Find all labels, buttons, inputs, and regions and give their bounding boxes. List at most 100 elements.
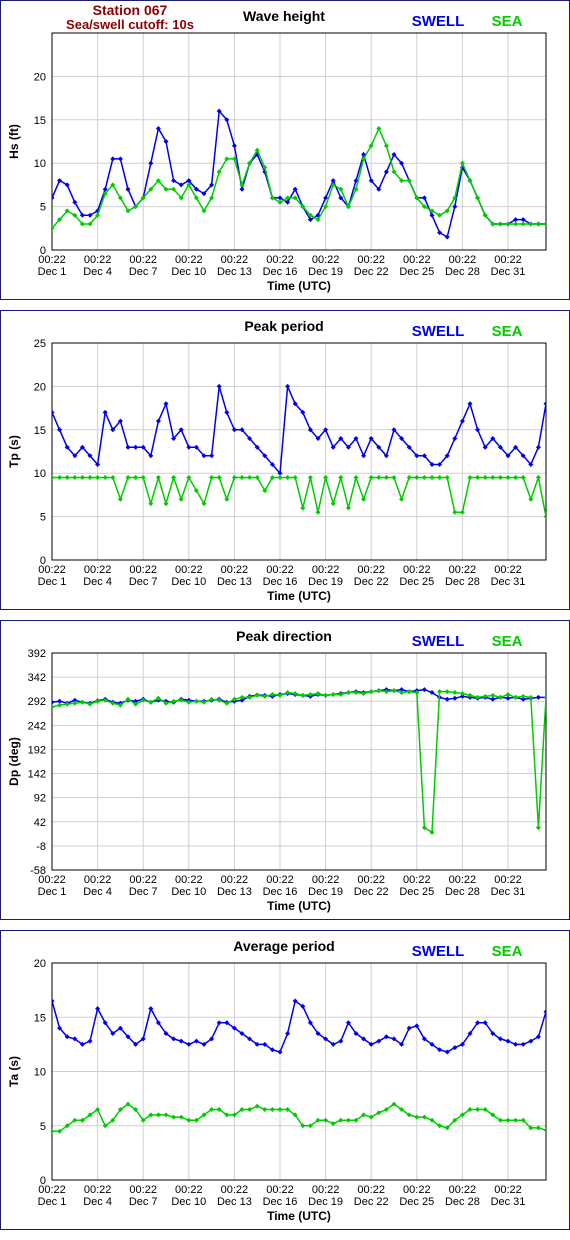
swell-point xyxy=(452,695,458,701)
x-axis-label: Time (UTC) xyxy=(267,1209,331,1223)
peak-period-panel: 0 5 10 15 20 25 00:22 Dec 1 00:22 Dec 4 00:22 Dec 7… xyxy=(0,310,570,610)
sea-point xyxy=(528,496,534,502)
x-tick-date-label: Dec 16 xyxy=(263,576,298,588)
swell-point xyxy=(110,156,116,162)
sea-point xyxy=(345,690,351,695)
x-tick-date-label: Dec 31 xyxy=(491,266,526,278)
x-tick-date-label: Dec 19 xyxy=(308,886,343,898)
sea-point xyxy=(513,221,519,227)
sea-point xyxy=(376,126,382,131)
swell-point xyxy=(543,1009,546,1015)
sea-point xyxy=(513,1117,519,1123)
swell-point xyxy=(52,409,55,415)
sea-point xyxy=(437,475,443,480)
y-tick-label: 10 xyxy=(34,1067,46,1079)
swell-series-line xyxy=(52,999,546,1053)
swell-point xyxy=(186,1041,192,1047)
plot-area xyxy=(52,108,546,240)
sea-point xyxy=(543,1127,546,1133)
peak-period-chart: 051015202500:22Dec 100:22Dec 400:22Dec 7… xyxy=(7,318,547,603)
sea-point xyxy=(277,1107,283,1112)
x-axis-label: Time (UTC) xyxy=(267,589,331,603)
wave-height-panel: 0 5 10 15 20 00:22 Dec 1 00:22 Dec 4 00:22 Dec 7 00… xyxy=(0,0,570,300)
x-tick-time-label: 00:22 xyxy=(449,254,477,266)
sea-point xyxy=(216,697,222,703)
sea-point xyxy=(505,1117,511,1123)
x-tick-date-label: Dec 22 xyxy=(354,1196,389,1208)
x-tick-date-label: Dec 1 xyxy=(38,266,67,278)
x-tick-time-label: 00:22 xyxy=(312,1184,340,1196)
y-tick-label: 10 xyxy=(34,468,46,480)
sea-point xyxy=(209,475,215,480)
x-tick-date-label: Dec 1 xyxy=(38,576,67,588)
sea-point xyxy=(383,143,389,149)
sea-point xyxy=(391,688,397,694)
swell-point xyxy=(505,1038,511,1044)
swell-point xyxy=(543,401,546,407)
sea-point xyxy=(338,1117,344,1123)
swell-point xyxy=(133,444,139,450)
x-tick-date-label: Dec 13 xyxy=(217,576,252,588)
x-tick-time-label: 00:22 xyxy=(175,874,203,886)
sea-point xyxy=(482,475,488,480)
swell-point xyxy=(338,1038,344,1044)
station-label: Station 067 xyxy=(93,2,168,18)
x-tick-date-label: Dec 7 xyxy=(129,1196,158,1208)
x-tick-time-label: 00:22 xyxy=(84,1184,112,1196)
sea-point xyxy=(231,475,237,480)
x-axis-label: Time (UTC) xyxy=(267,899,331,913)
sea-point xyxy=(323,475,329,480)
sea-point xyxy=(300,505,306,511)
sea-point xyxy=(391,475,397,480)
sea-point xyxy=(155,1112,161,1118)
sea-point xyxy=(421,475,427,480)
sea-point xyxy=(52,704,55,710)
x-tick-date-label: Dec 28 xyxy=(445,1196,480,1208)
x-tick-date-label: Dec 7 xyxy=(129,266,158,278)
x-tick-time-label: 00:22 xyxy=(494,874,522,886)
x-tick-time-label: 00:22 xyxy=(38,564,66,576)
x-tick-date-label: Dec 1 xyxy=(38,886,67,898)
chart-title: Average period xyxy=(233,938,334,954)
swell-point xyxy=(155,418,161,424)
sea-point xyxy=(323,1117,329,1123)
x-tick-date-label: Dec 28 xyxy=(445,576,480,588)
sea-point xyxy=(79,699,85,705)
swell-point xyxy=(459,418,465,424)
swell-point xyxy=(224,409,230,415)
swell-point xyxy=(285,1031,291,1036)
x-tick-date-label: Dec 28 xyxy=(445,886,480,898)
x-tick-time-label: 00:22 xyxy=(449,1184,477,1196)
sea-point xyxy=(520,221,526,227)
sea-point xyxy=(497,694,503,700)
swell-point xyxy=(209,453,215,459)
x-tick-time-label: 00:22 xyxy=(403,874,431,886)
sea-point xyxy=(353,690,359,695)
sea-point xyxy=(292,475,298,480)
sea-point xyxy=(140,697,146,703)
legend-sea: SEA xyxy=(492,323,523,340)
sea-point xyxy=(368,689,374,695)
sea-point xyxy=(239,475,245,480)
sea-point xyxy=(178,496,184,502)
x-tick-time-label: 00:22 xyxy=(357,874,385,886)
sea-point xyxy=(437,689,443,695)
sea-point xyxy=(171,698,177,704)
sea-point xyxy=(406,475,412,480)
y-tick-label: 20 xyxy=(34,958,46,970)
sea-point xyxy=(535,221,541,227)
y-tick-label: 292 xyxy=(28,696,46,708)
sea-series-line xyxy=(52,474,546,517)
sea-point xyxy=(52,475,55,480)
sea-point xyxy=(186,1117,192,1123)
wave-height-chart: 0510152000:22Dec 100:22Dec 400:22Dec 700… xyxy=(7,2,547,293)
legend-swell: SWELL xyxy=(412,633,465,650)
average-period-panel: 0 5 10 15 20 00:22 Dec 1 00:22 Dec 4 00:22 Dec 7 00… xyxy=(0,930,570,1230)
swell-point xyxy=(475,427,481,433)
x-tick-date-label: Dec 13 xyxy=(217,886,252,898)
swell-point xyxy=(513,1041,519,1047)
x-tick-time-label: 00:22 xyxy=(449,564,477,576)
sea-point xyxy=(490,475,496,480)
sea-point xyxy=(505,475,511,480)
sea-point xyxy=(52,1128,55,1134)
